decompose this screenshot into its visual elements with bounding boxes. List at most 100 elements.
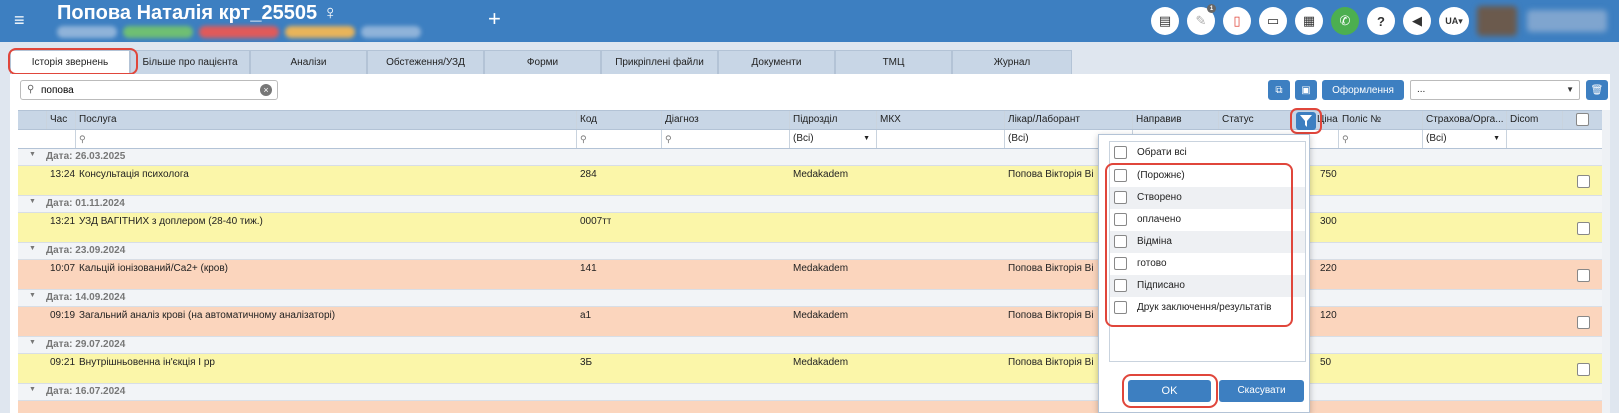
template-select[interactable]: ... ▼ bbox=[1410, 80, 1580, 100]
tab-patient-more[interactable]: Більше про пацієнта bbox=[130, 50, 250, 74]
table-row[interactable] bbox=[18, 401, 1603, 413]
tab-label: ТМЦ bbox=[882, 57, 905, 68]
row-checkbox[interactable] bbox=[1577, 269, 1590, 282]
pdf-icon[interactable]: ▯ bbox=[1223, 7, 1251, 35]
language-selector[interactable]: UA ▾ bbox=[1439, 7, 1469, 35]
copy-button[interactable]: ⧉ bbox=[1268, 80, 1290, 100]
column-header-unit[interactable]: Підрозділ bbox=[790, 111, 877, 129]
filter-service[interactable]: ⚲ bbox=[76, 130, 577, 148]
chat-icon[interactable]: ▤ bbox=[1151, 7, 1179, 35]
column-header-diagnosis[interactable]: Діагноз bbox=[662, 111, 790, 129]
row-checkbox[interactable] bbox=[1577, 175, 1590, 188]
chevron-down-icon[interactable]: ▼ bbox=[29, 245, 36, 252]
user-name-redacted[interactable] bbox=[1527, 10, 1607, 32]
column-header-select bbox=[1563, 111, 1603, 129]
cell-doctor: Попова Вікторія Ві bbox=[1008, 357, 1094, 368]
notification-badge: 1 bbox=[1207, 4, 1216, 13]
row-checkbox[interactable] bbox=[1577, 316, 1590, 329]
cell-unit: Medakadem bbox=[793, 169, 849, 180]
search-input[interactable] bbox=[41, 83, 251, 98]
trash-icon: 🗑 bbox=[1590, 84, 1604, 96]
tab-label: Більше про пацієнта bbox=[142, 57, 238, 68]
card-icon[interactable]: ▭ bbox=[1259, 7, 1287, 35]
column-header-service[interactable]: Послуга bbox=[76, 111, 577, 129]
column-header-code[interactable]: Код bbox=[577, 111, 662, 129]
chevron-down-icon[interactable]: ▼ bbox=[29, 198, 36, 205]
date-group-label: Дата: 26.03.2025 bbox=[46, 151, 126, 162]
tab-label: Аналізи bbox=[290, 57, 327, 68]
chevron-down-icon[interactable]: ▼ bbox=[29, 386, 36, 393]
column-header-time[interactable]: Час bbox=[47, 111, 76, 129]
cell-doctor: Попова Вікторія Ві bbox=[1008, 310, 1094, 321]
clear-icon[interactable]: × bbox=[260, 84, 272, 96]
column-header-dicom[interactable]: Dicom bbox=[1507, 111, 1563, 129]
column-header-doctor[interactable]: Лікар/Лаборант bbox=[1005, 111, 1133, 129]
table-row[interactable]: 09:19 Загальний аналіз крові (на автомат… bbox=[18, 307, 1603, 337]
cell-price: 300 bbox=[1320, 216, 1337, 227]
cell-service: УЗД ВАГІТНИХ з доплером (28-40 тиж.) bbox=[79, 216, 263, 227]
date-group-label: Дата: 14.09.2024 bbox=[46, 292, 126, 303]
select-all-checkbox[interactable] bbox=[1576, 113, 1589, 126]
table-row[interactable]: 10:07 Кальцій іонізований/Ca2+ (кров) 14… bbox=[18, 260, 1603, 290]
date-group-row[interactable]: ▼ Дата: 26.03.2025 bbox=[18, 149, 1603, 166]
language-label: UA bbox=[1445, 16, 1459, 26]
column-header-icd[interactable]: МКХ bbox=[877, 111, 1005, 129]
help-icon[interactable]: ? bbox=[1367, 7, 1395, 35]
tab-journal[interactable]: Журнал bbox=[952, 50, 1072, 74]
date-group-row[interactable]: ▼ Дата: 01.11.2024 bbox=[18, 196, 1603, 213]
megaphone-icon[interactable]: ◀ bbox=[1403, 7, 1431, 35]
filter-icd[interactable] bbox=[877, 130, 1005, 148]
cell-price: 50 bbox=[1320, 357, 1332, 368]
plus-icon[interactable]: + bbox=[488, 8, 501, 30]
tab-analyses[interactable]: Аналізи bbox=[250, 50, 367, 74]
date-group-row[interactable]: ▼ Дата: 29.07.2024 bbox=[18, 337, 1603, 354]
row-checkbox[interactable] bbox=[1577, 222, 1590, 235]
checkbox[interactable] bbox=[1114, 146, 1127, 159]
patient-tabs: Історія звернень Більше про пацієнта Ана… bbox=[10, 50, 1072, 74]
tab-inventory[interactable]: ТМЦ bbox=[835, 50, 952, 74]
cell-time: 09:19 bbox=[50, 310, 76, 321]
filter-diagnosis[interactable]: ⚲ bbox=[662, 130, 790, 148]
date-group-row[interactable]: ▼ Дата: 16.07.2024 bbox=[18, 384, 1603, 401]
filter-code[interactable]: ⚲ bbox=[577, 130, 662, 148]
filter-unit-value: (Всі) bbox=[793, 133, 814, 144]
option-select-all[interactable]: Обрати всі bbox=[1110, 142, 1305, 164]
delete-button[interactable]: 🗑 bbox=[1586, 80, 1608, 100]
avatar[interactable] bbox=[1477, 6, 1517, 36]
format-button[interactable]: Оформлення bbox=[1322, 80, 1404, 100]
column-header-insurance[interactable]: Страхова/Орга... bbox=[1423, 111, 1507, 129]
pen-icon[interactable]: ✎ 1 bbox=[1187, 4, 1216, 35]
column-header-referrer[interactable]: Направив bbox=[1133, 111, 1219, 129]
template-select-value: ... bbox=[1417, 84, 1426, 95]
phone-icon[interactable]: ✆ bbox=[1331, 7, 1359, 35]
date-group-row[interactable]: ▼ Дата: 23.09.2024 bbox=[18, 243, 1603, 260]
tab-forms[interactable]: Форми bbox=[484, 50, 601, 74]
save-button[interactable]: ▣ bbox=[1295, 80, 1317, 100]
table-row[interactable]: 13:24 Консультація психолога 284 Medakad… bbox=[18, 166, 1603, 196]
cell-price: 750 bbox=[1320, 169, 1337, 180]
date-group-row[interactable]: ▼ Дата: 14.09.2024 bbox=[18, 290, 1603, 307]
row-checkbox[interactable] bbox=[1577, 363, 1590, 376]
chevron-down-icon[interactable]: ▼ bbox=[29, 292, 36, 299]
cell-time: 13:21 bbox=[50, 216, 76, 227]
cancel-button[interactable]: Скасувати bbox=[1219, 380, 1304, 402]
header-toolbar: ▤ ✎ 1 ▯ ▭ ▦ ✆ ? ◀ UA ▾ bbox=[1143, 4, 1619, 36]
filter-insurance[interactable]: (Всі) ▼ bbox=[1423, 130, 1507, 148]
tab-documents[interactable]: Документи bbox=[718, 50, 835, 74]
hamburger-icon[interactable]: ≡ bbox=[14, 11, 25, 29]
chevron-down-icon[interactable]: ▼ bbox=[29, 151, 36, 158]
tab-attached-files[interactable]: Прикріплені файли bbox=[601, 50, 718, 74]
filter-policy[interactable]: ⚲ bbox=[1339, 130, 1423, 148]
chevron-down-icon: ▼ bbox=[863, 135, 870, 142]
chevron-down-icon[interactable]: ▼ bbox=[29, 339, 36, 346]
cell-code: 0007тт bbox=[580, 216, 612, 227]
calculator-icon[interactable]: ▦ bbox=[1295, 7, 1323, 35]
tab-examinations[interactable]: Обстеження/УЗД bbox=[367, 50, 484, 74]
filter-unit[interactable]: (Всі) ▼ bbox=[790, 130, 877, 148]
table-row[interactable]: 13:21 УЗД ВАГІТНИХ з доплером (28-40 тиж… bbox=[18, 213, 1603, 243]
chevron-down-icon: ▼ bbox=[1493, 135, 1500, 142]
grid-scrollbar[interactable] bbox=[1602, 110, 1610, 413]
copy-icon: ⧉ bbox=[1275, 84, 1283, 96]
table-row[interactable]: 09:21 Внутрішньовенна ін'єкція І рр 3Б M… bbox=[18, 354, 1603, 384]
column-header-policy[interactable]: Поліс № bbox=[1339, 111, 1423, 129]
